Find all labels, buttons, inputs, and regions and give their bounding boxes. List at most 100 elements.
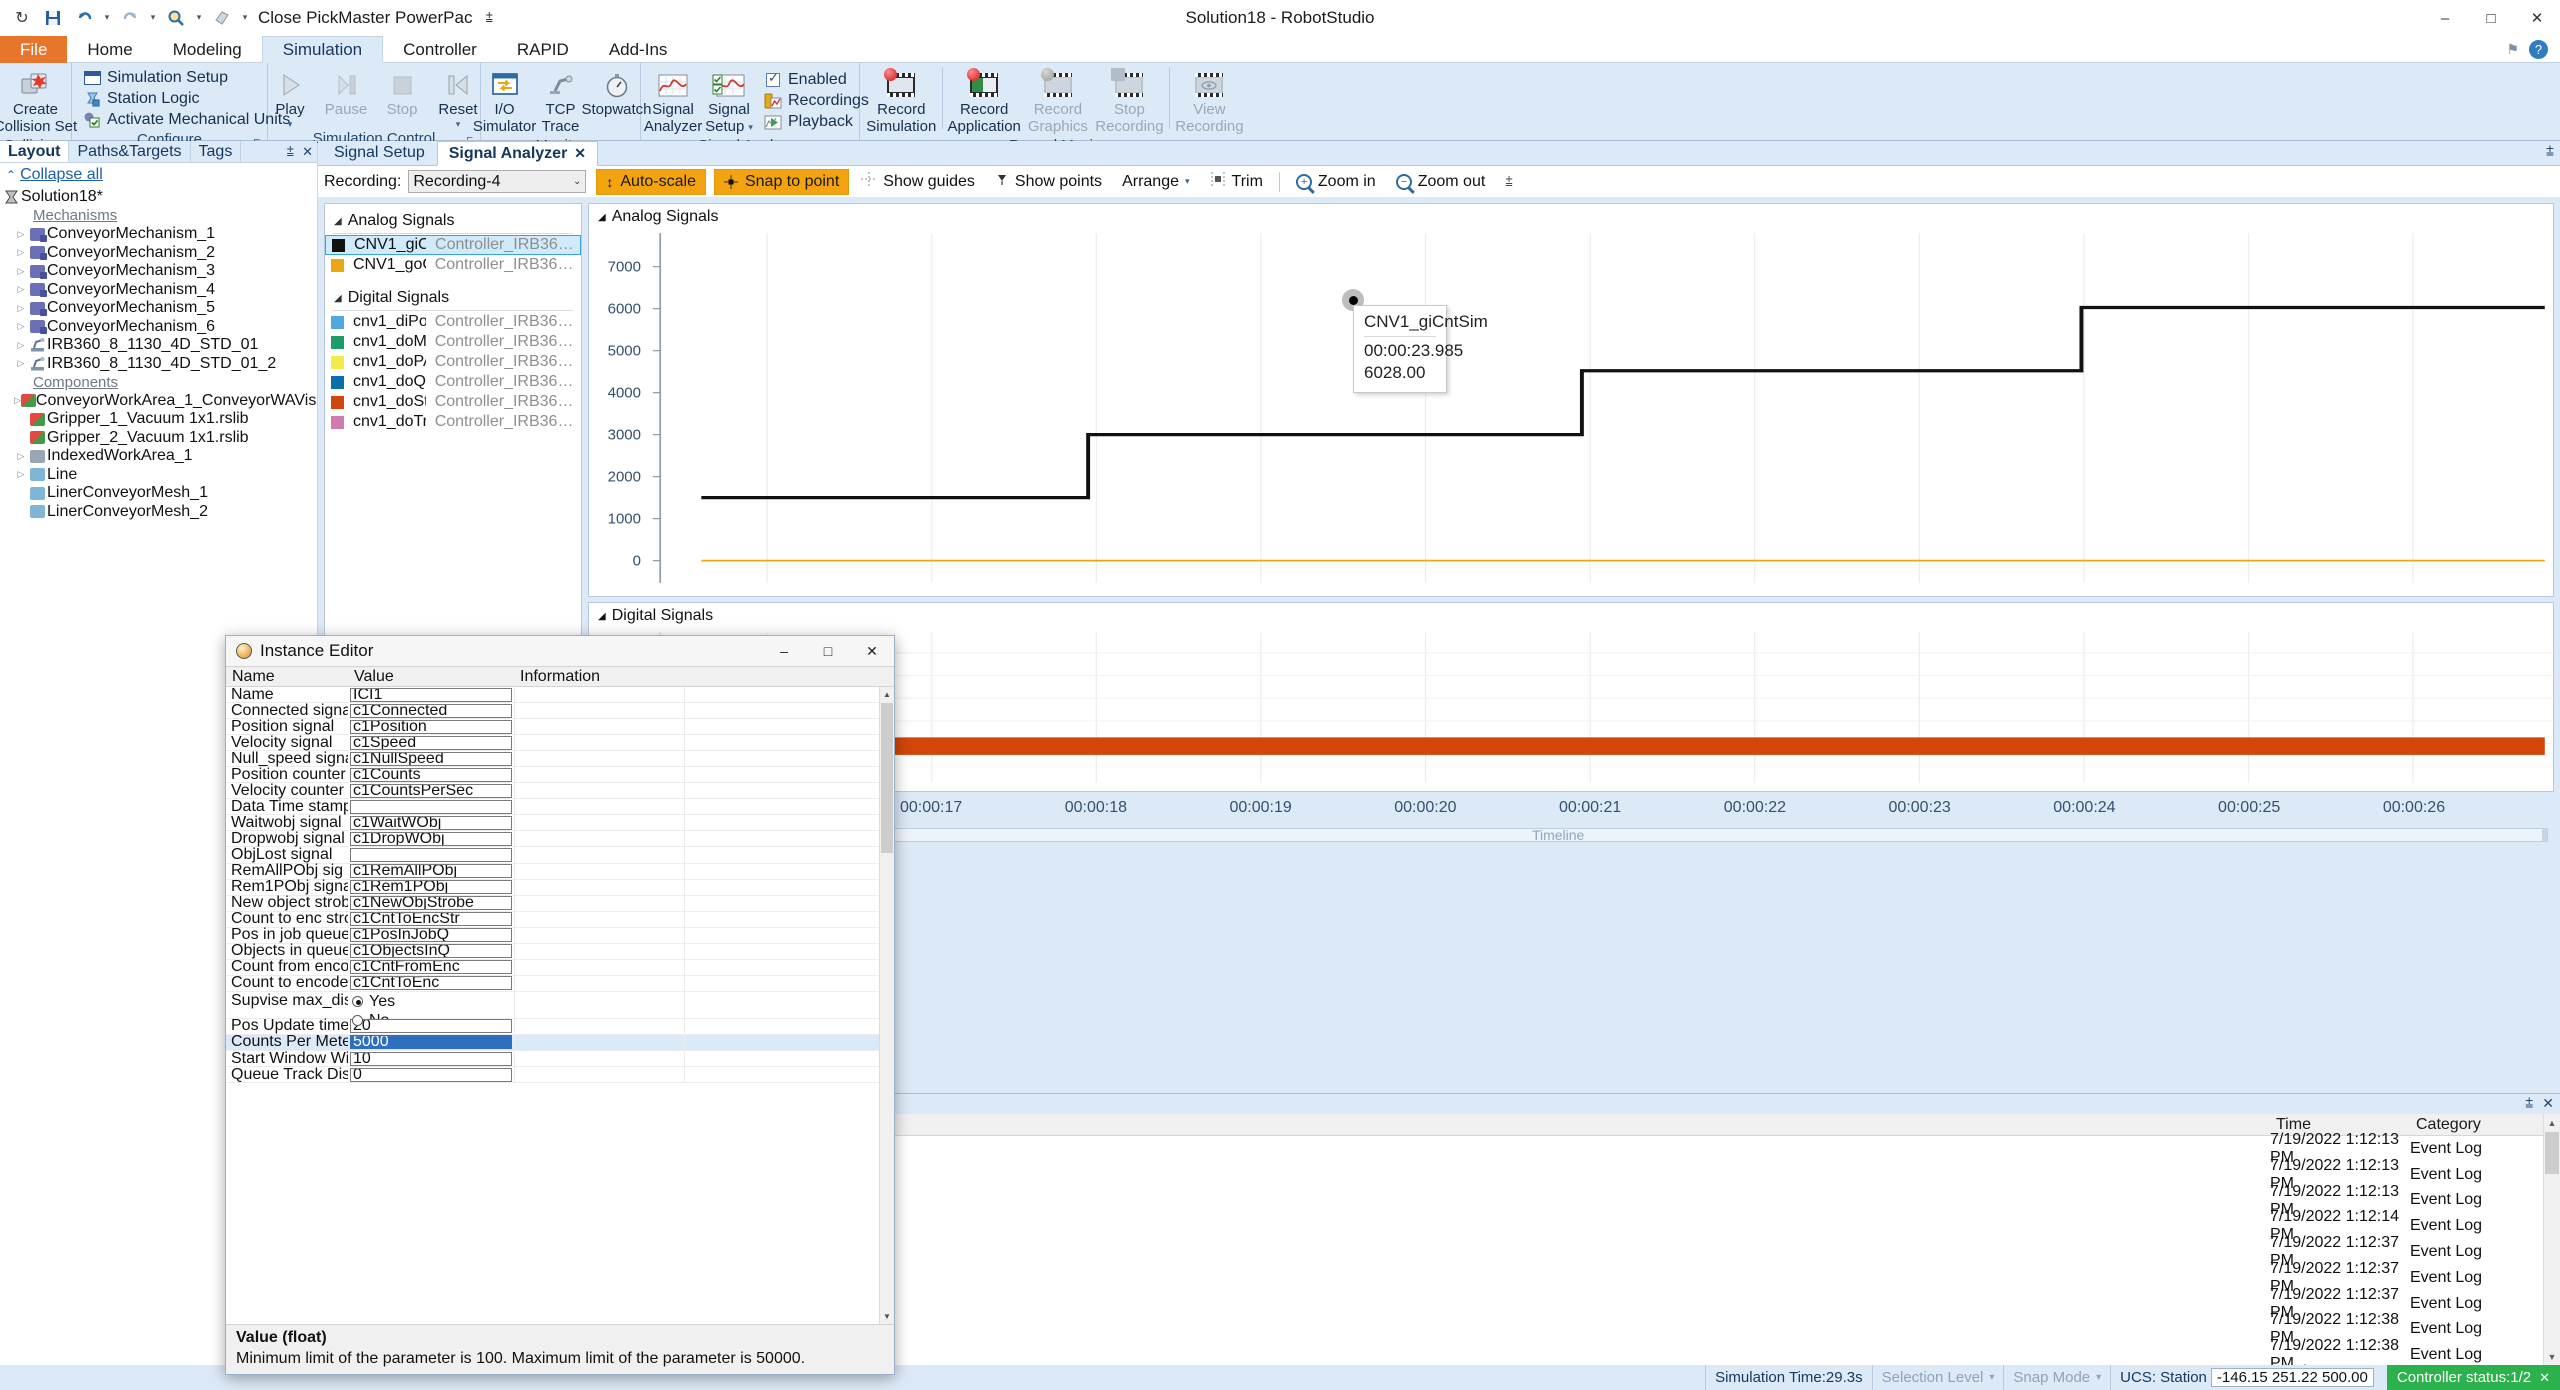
- snap-to-point-button[interactable]: Snap to point: [713, 168, 850, 195]
- ie-value-input[interactable]: [350, 1067, 512, 1082]
- redo-icon[interactable]: [116, 4, 144, 32]
- ie-value-input[interactable]: [350, 831, 512, 846]
- ie-radio-yes[interactable]: Yes: [352, 993, 512, 1011]
- tab-close-icon[interactable]: ✕: [574, 145, 586, 162]
- ie-value-input[interactable]: [350, 735, 512, 750]
- snap-mode-status[interactable]: Snap Mode ▾: [2003, 1365, 2110, 1390]
- scroll-down-icon[interactable]: ▼: [880, 1309, 894, 1324]
- ie-value-input[interactable]: [350, 976, 512, 991]
- controller-status-close-icon[interactable]: ✕: [2539, 1370, 2550, 1386]
- ie-value-input[interactable]: [350, 1035, 512, 1050]
- maximize-button[interactable]: □: [2468, 0, 2514, 36]
- signal-analyzer-toolbar[interactable]: Recording: Recording-4 ⌄ ↕ Auto-scale Sn…: [318, 165, 2560, 197]
- dock-dropdown-icon[interactable]: ⩲: [2546, 143, 2554, 160]
- snap-mode-dropdown-icon[interactable]: ▾: [2096, 1372, 2101, 1383]
- tag-icon[interactable]: [208, 4, 236, 32]
- collapse-all-button[interactable]: ⌃ Collapse all: [0, 163, 317, 187]
- ie-value-input[interactable]: [350, 1051, 512, 1066]
- ie-value-input[interactable]: [350, 896, 512, 911]
- close-powerpac-label[interactable]: Close PickMaster PowerPac: [254, 8, 476, 28]
- ribbon-tab-addins[interactable]: Add-Ins: [589, 36, 688, 63]
- scroll-down-icon[interactable]: ▼: [2544, 1348, 2560, 1365]
- browser-tab-paths-targets[interactable]: Paths&Targets: [69, 141, 191, 162]
- selection-level-dropdown-icon[interactable]: ▾: [1989, 1372, 1994, 1383]
- auto-scale-button[interactable]: ↕ Auto-scale: [596, 168, 706, 195]
- ie-row[interactable]: Queue Track Dist: [226, 1066, 879, 1084]
- tree-item-conveyormechanism-2[interactable]: ▷ ConveyorMechanism_2: [0, 244, 317, 263]
- signal-analyzer-button[interactable]: Signal Analyzer: [644, 67, 702, 137]
- record-application-button[interactable]: Record Application: [946, 67, 1021, 137]
- recordings-button[interactable]: Recordings: [760, 91, 873, 111]
- stop-recording-button[interactable]: Stop Recording: [1094, 67, 1165, 137]
- record-simulation-button[interactable]: Record Simulation: [865, 67, 938, 137]
- ie-minimize-button[interactable]: –: [762, 636, 806, 666]
- expander-icon[interactable]: ▷: [14, 303, 28, 314]
- ie-value-input[interactable]: [350, 815, 512, 830]
- help-icon[interactable]: ?: [2529, 39, 2548, 59]
- ie-value-input[interactable]: [350, 751, 512, 766]
- ie-row[interactable]: Supvise max_dist Off Yes No: [226, 991, 879, 1029]
- undo-icon[interactable]: [70, 4, 98, 32]
- instance-editor-rows-area[interactable]: Name Connected signal Position signal: [226, 687, 894, 1324]
- analog-chart-plot[interactable]: 0 1000 2000 3000 4000 5000 6000 7000 CNV1_giCnt…: [589, 227, 2553, 596]
- stopwatch-button[interactable]: Stopwatch: [581, 67, 652, 120]
- ie-value-input[interactable]: [350, 880, 512, 895]
- ie-value-input[interactable]: [350, 783, 512, 798]
- collapse-all-label[interactable]: Collapse all: [20, 166, 103, 184]
- digital-signals-header[interactable]: ◢ Digital Signals: [325, 275, 581, 310]
- stop-button[interactable]: Stop: [375, 67, 429, 120]
- ie-value-input[interactable]: [350, 703, 512, 718]
- signal-row-cnv1-dostartcnv[interactable]: cnv1_doStartCnv Controller_IRB360_7_2022…: [325, 392, 581, 412]
- arrange-button[interactable]: Arrange ▾: [1114, 169, 1197, 195]
- tree-item-linerconveyormesh-1[interactable]: LinerConveyorMesh_1: [0, 484, 317, 503]
- ie-row-value[interactable]: [348, 1066, 514, 1084]
- create-collision-set-button[interactable]: Create Collision Set: [0, 67, 77, 137]
- expander-icon[interactable]: ▷: [14, 358, 28, 369]
- tree-item-line[interactable]: ▷ Line: [0, 466, 317, 485]
- tree-item-indexedworkarea-1[interactable]: ▷ IndexedWorkArea_1: [0, 447, 317, 466]
- digital-chart-header[interactable]: ◢ Digital Signals: [589, 603, 2553, 626]
- selection-level-status[interactable]: Selection Level ▾: [1871, 1365, 2004, 1390]
- show-guides-button[interactable]: Show guides: [853, 169, 983, 195]
- reset-dropdown-icon[interactable]: ▾: [456, 119, 461, 129]
- playback-button[interactable]: Playback: [760, 112, 873, 132]
- collapse-triangle-icon[interactable]: ◢: [334, 293, 342, 304]
- instance-editor-window-controls[interactable]: – □ ✕: [762, 636, 894, 666]
- quick-access-toolbar[interactable]: ↻ ▾ ▾ ▾ ▾ Close PickMaster PowerPac ⩲: [0, 4, 499, 32]
- expander-icon[interactable]: ▷: [14, 340, 28, 351]
- play-dropdown-icon[interactable]: ▾: [288, 119, 293, 129]
- ie-close-button[interactable]: ✕: [850, 636, 894, 666]
- tree-item-linerconveyormesh-2[interactable]: LinerConveyorMesh_2: [0, 503, 317, 522]
- browser-tab-layout[interactable]: Layout: [0, 141, 70, 162]
- tree-item-irb360-01-2[interactable]: ▷ IRB360_8_1130_4D_STD_01_2: [0, 355, 317, 374]
- collapse-triangle-icon[interactable]: ◢: [598, 611, 606, 622]
- browser-close-icon[interactable]: ✕: [302, 144, 313, 160]
- tree-item-conveyormechanism-5[interactable]: ▷ ConveyorMechanism_5: [0, 299, 317, 318]
- browser-tab-strip[interactable]: Layout Paths&Targets Tags ⩲ ✕: [0, 141, 317, 163]
- instance-editor-dialog[interactable]: Instance Editor – □ ✕ Name Value Informa…: [225, 635, 895, 1375]
- ie-value-input[interactable]: [350, 928, 512, 943]
- expander-icon[interactable]: ▷: [14, 284, 28, 295]
- expander-icon[interactable]: ▷: [14, 247, 28, 258]
- expander-icon[interactable]: ▷: [14, 451, 28, 462]
- ribbon-tab-file[interactable]: File: [0, 36, 68, 63]
- expander-icon[interactable]: ▷: [14, 229, 28, 240]
- ie-value-input[interactable]: [350, 864, 512, 879]
- scroll-up-icon[interactable]: ▲: [880, 687, 894, 702]
- signal-row-cnv1-domansync[interactable]: cnv1_doManSync Controller_IRB360_7_20220…: [325, 332, 581, 352]
- signal-row-cnv1-gicntsim[interactable]: CNV1_giCntSim Controller_IRB360_7_20220.…: [325, 235, 581, 255]
- coordinates-field[interactable]: -146.15 251.22 500.00: [2210, 1368, 2374, 1387]
- tab-signal-setup[interactable]: Signal Setup: [322, 141, 437, 165]
- analog-chart-header[interactable]: ◢ Analog Signals: [589, 204, 2553, 227]
- timeline-handle-right[interactable]: [2542, 829, 2547, 841]
- scroll-up-icon[interactable]: ▲: [2544, 1114, 2560, 1131]
- controller-status-badge[interactable]: Controller status:1/2 ✕: [2386, 1365, 2560, 1390]
- tree-item-gripper-2[interactable]: Gripper_2_Vacuum 1x1.rslib: [0, 429, 317, 448]
- signal-row-cnv1-diposgen[interactable]: cnv1_diPosGen Controller_IRB360_7_20220.…: [325, 312, 581, 332]
- browser-dropdown-icon[interactable]: ⩲: [287, 144, 295, 160]
- tag-dropdown-icon[interactable]: ▾: [239, 12, 251, 23]
- tree-item-gripper-1[interactable]: Gripper_1_Vacuum 1x1.rslib: [0, 410, 317, 429]
- view-recording-button[interactable]: View Recording: [1174, 67, 1245, 137]
- tab-signal-analyzer[interactable]: Signal Analyzer ✕: [436, 141, 599, 166]
- quick-access-more-icon[interactable]: ⩲: [479, 10, 499, 26]
